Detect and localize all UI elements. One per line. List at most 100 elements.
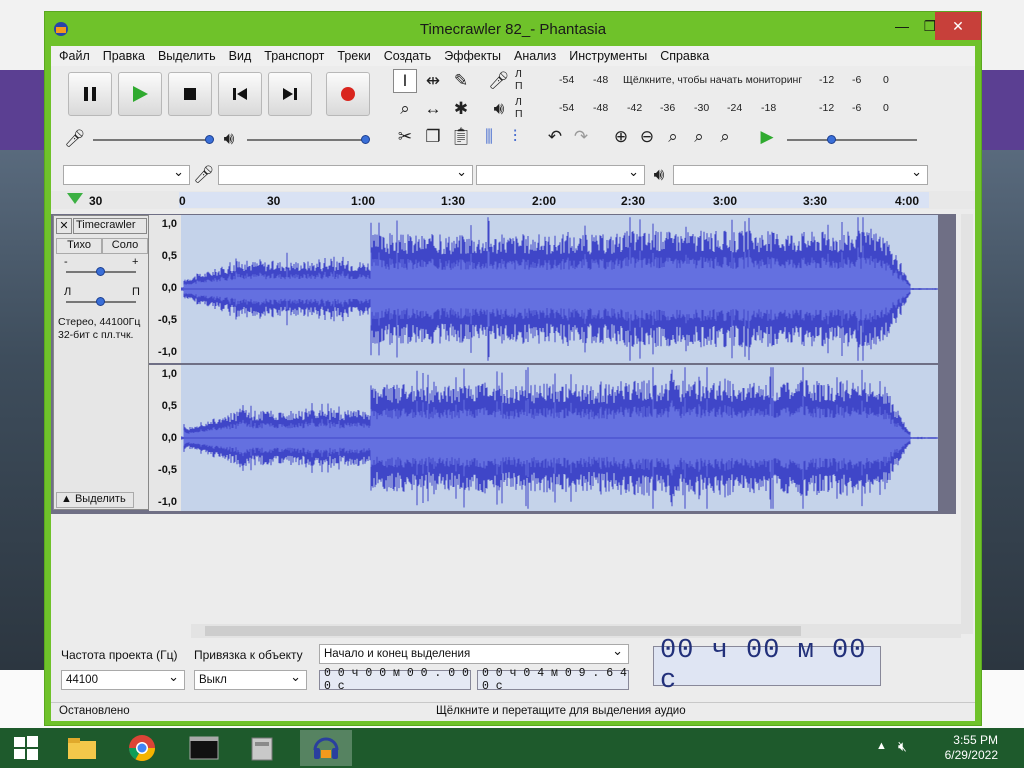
snap-to-select[interactable]: Выкл bbox=[194, 669, 307, 690]
undo-icon[interactable]: ↶ bbox=[543, 125, 567, 149]
silence-icon[interactable]: ⫶ bbox=[503, 125, 527, 149]
menu-bar: Файл Правка Выделить Вид Транспорт Треки… bbox=[51, 46, 975, 66]
fit-project-icon[interactable]: ⌕ bbox=[687, 125, 711, 149]
menu-help[interactable]: Справка bbox=[660, 49, 709, 63]
menu-effects[interactable]: Эффекты bbox=[444, 49, 501, 63]
play-at-speed-icon[interactable]: ▶ bbox=[755, 125, 779, 149]
selection-tool-icon[interactable]: I bbox=[393, 69, 417, 93]
scale-tick: -1,0 bbox=[158, 496, 177, 508]
audio-host-select[interactable] bbox=[63, 164, 190, 185]
zoom-out-icon[interactable]: ⊖ bbox=[635, 125, 659, 149]
taskbar-archive[interactable] bbox=[236, 730, 288, 766]
track-name-menu[interactable]: Timecrawler bbox=[73, 218, 147, 234]
meter-tick: -6 bbox=[852, 74, 862, 86]
meter-tick: -6 bbox=[852, 102, 862, 114]
play-speed-slider[interactable] bbox=[787, 139, 917, 141]
taskbar-terminal[interactable] bbox=[178, 730, 230, 766]
zoom-in-icon[interactable]: ⊕ bbox=[609, 125, 633, 149]
scale-tick: -0,5 bbox=[158, 314, 177, 326]
paste-icon[interactable]: 📋︎ bbox=[449, 125, 473, 149]
playback-volume-slider[interactable] bbox=[247, 139, 367, 141]
gain-knob[interactable] bbox=[96, 267, 105, 276]
horizontal-scroll-thumb[interactable] bbox=[205, 626, 801, 636]
vertical-scrollbar[interactable] bbox=[961, 214, 973, 634]
fit-selection-icon[interactable]: ⌕ bbox=[661, 125, 685, 149]
redo-icon[interactable]: ↷ bbox=[569, 125, 593, 149]
zoom-tool-icon[interactable]: ⌕ bbox=[393, 97, 417, 121]
recording-volume-knob[interactable] bbox=[205, 135, 214, 144]
scale-tick: 0,0 bbox=[161, 282, 177, 294]
waveform-left-channel[interactable] bbox=[180, 215, 938, 363]
stop-button[interactable] bbox=[168, 72, 212, 116]
menu-view[interactable]: Вид bbox=[229, 49, 252, 63]
meter-tick: -42 bbox=[627, 102, 643, 114]
timeline-triangle-icon[interactable] bbox=[67, 193, 83, 205]
mic-meter-icon[interactable]: 🎤︎ bbox=[487, 69, 511, 93]
speaker-meter-icon[interactable]: 🔊︎ bbox=[487, 97, 511, 121]
record-icon bbox=[341, 87, 355, 101]
playback-meter[interactable]: Л П -54 -48 -42 -36 -30 -24 -18 -12 -6 0 bbox=[513, 96, 933, 122]
meter-tick: -48 bbox=[593, 74, 609, 86]
track-close-button[interactable]: ✕ bbox=[56, 218, 72, 234]
meter-label-right: П bbox=[515, 80, 523, 92]
stop-icon bbox=[184, 88, 196, 100]
copy-icon[interactable]: ❐ bbox=[421, 125, 445, 149]
multi-tool-icon[interactable]: ✱ bbox=[449, 97, 473, 121]
playback-device-select[interactable] bbox=[673, 164, 928, 185]
menu-file[interactable]: Файл bbox=[59, 49, 90, 63]
mute-button[interactable]: Тихо bbox=[56, 238, 102, 254]
menu-edit[interactable]: Правка bbox=[103, 49, 145, 63]
skip-start-button[interactable] bbox=[218, 72, 262, 116]
play-speed-knob[interactable] bbox=[827, 135, 836, 144]
pan-knob[interactable] bbox=[96, 297, 105, 306]
taskbar-audacity[interactable] bbox=[300, 730, 352, 766]
cut-icon[interactable]: ✂ bbox=[393, 125, 417, 149]
taskbar-explorer[interactable] bbox=[56, 730, 108, 766]
system-clock[interactable]: 3:55 PM 6/29/2022 bbox=[945, 733, 998, 763]
envelope-tool-icon[interactable]: ⇹ bbox=[421, 69, 445, 93]
scale-tick: -0,5 bbox=[158, 464, 177, 476]
play-button[interactable] bbox=[118, 72, 162, 116]
menu-tools[interactable]: Инструменты bbox=[569, 49, 647, 63]
terminal-icon bbox=[189, 736, 219, 760]
timeshift-tool-icon[interactable]: ↔ bbox=[421, 97, 445, 121]
selection-start-time[interactable]: 0 0 ч 0 0 м 0 0 . 0 0 0 с bbox=[319, 667, 471, 693]
recording-channels-select[interactable] bbox=[476, 164, 645, 185]
recording-device-select[interactable] bbox=[218, 164, 473, 185]
menu-analyze[interactable]: Анализ bbox=[514, 49, 556, 63]
meter-tick: 0 bbox=[883, 74, 889, 86]
timeline-ruler[interactable]: 30 0 30 1:00 1:30 2:00 2:30 3:00 3:30 4:… bbox=[51, 191, 975, 209]
scale-tick: -1,0 bbox=[158, 346, 177, 358]
playback-volume-knob[interactable] bbox=[361, 135, 370, 144]
minimize-button[interactable]: — bbox=[888, 12, 916, 40]
recording-volume-slider[interactable] bbox=[93, 139, 213, 141]
menu-tracks[interactable]: Треки bbox=[337, 49, 370, 63]
window-title: Timecrawler 82_- Phantasia bbox=[419, 21, 607, 38]
pause-button[interactable] bbox=[68, 72, 112, 116]
selection-end-time[interactable]: 0 0 ч 0 4 м 0 9 . 6 4 0 с bbox=[477, 667, 629, 693]
record-button[interactable] bbox=[326, 72, 370, 116]
trim-icon[interactable]: ⫼ bbox=[477, 125, 501, 149]
recording-volume-icon: 🎤︎ bbox=[64, 129, 86, 148]
selection-mode-select[interactable]: Начало и конец выделения bbox=[319, 643, 629, 664]
record-meter[interactable]: Л П -54 -48 Щёлкните, чтобы начать монит… bbox=[513, 68, 933, 94]
title-bar[interactable]: Timecrawler 82_- Phantasia — ❐ ✕ bbox=[45, 12, 981, 47]
tray-expand-icon[interactable]: ▲ bbox=[876, 740, 887, 752]
mic-device-icon: 🎤︎ bbox=[193, 165, 215, 184]
project-rate-select[interactable]: 44100 bbox=[61, 669, 185, 690]
skip-end-button[interactable] bbox=[268, 72, 312, 116]
waveform-right-channel[interactable] bbox=[180, 365, 938, 511]
audio-position-display[interactable]: 00 ч 00 м 00 с bbox=[653, 636, 881, 696]
menu-select[interactable]: Выделить bbox=[158, 49, 216, 63]
solo-button[interactable]: Соло bbox=[102, 238, 148, 254]
close-button[interactable]: ✕ bbox=[935, 12, 981, 40]
menu-transport[interactable]: Транспорт bbox=[264, 49, 324, 63]
zoom-toggle-icon[interactable]: ⌕ bbox=[713, 125, 737, 149]
volume-muted-icon[interactable]: 🔇︎ bbox=[898, 738, 907, 755]
start-button[interactable] bbox=[0, 730, 52, 766]
select-track-button[interactable]: ▲ Выделить bbox=[56, 492, 134, 508]
menu-generate[interactable]: Создать bbox=[384, 49, 432, 63]
archive-icon bbox=[251, 737, 273, 761]
draw-tool-icon[interactable]: ✎ bbox=[449, 69, 473, 93]
taskbar-chrome[interactable] bbox=[116, 730, 168, 766]
